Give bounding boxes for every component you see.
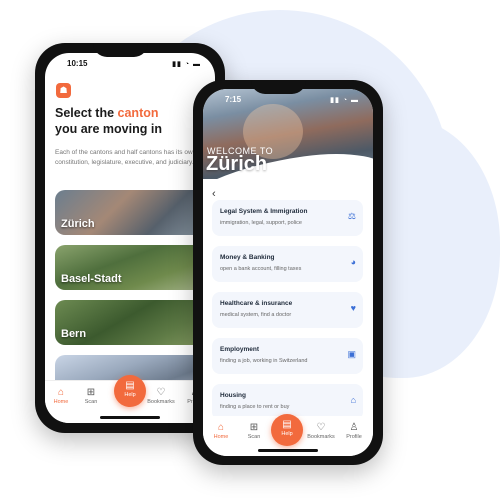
person-icon: ♙ bbox=[349, 422, 359, 433]
heart-pulse-icon: ♥ bbox=[350, 303, 356, 313]
home-icon: ⌂ bbox=[57, 387, 65, 398]
status-bar: 7:15 ▮▮ ◔ ▬ bbox=[203, 95, 373, 107]
tab-home[interactable]: ⌂ Home bbox=[47, 387, 75, 405]
piggy-bank-icon: ◕ bbox=[350, 257, 356, 267]
tab-label: Bookmarks bbox=[147, 399, 175, 405]
chat-icon: ▤ bbox=[282, 419, 292, 430]
home-indicator bbox=[100, 416, 160, 419]
category-card-money[interactable]: Money & Banking open a bank account, fil… bbox=[212, 246, 363, 282]
scan-icon: ⊞ bbox=[86, 387, 96, 398]
status-time: 10:15 bbox=[67, 59, 88, 68]
category-title: Healthcare & insurance bbox=[220, 300, 293, 307]
phone-notch bbox=[251, 80, 306, 94]
tab-home[interactable]: ⌂ Home bbox=[207, 422, 235, 440]
tab-help-button[interactable]: ▤ Help bbox=[271, 414, 303, 446]
canton-label: Zürich bbox=[61, 218, 95, 230]
canton-card-bern[interactable]: Bern bbox=[55, 300, 205, 345]
title-suffix: you are moving in bbox=[55, 122, 162, 136]
category-title: Employment bbox=[220, 346, 260, 353]
tab-label: Home bbox=[213, 434, 229, 440]
category-title: Housing bbox=[220, 392, 246, 399]
tab-label: Help bbox=[124, 392, 136, 398]
canton-label: Bern bbox=[61, 328, 87, 340]
house-icon: ⌂ bbox=[350, 395, 356, 405]
status-icons: ▮▮ ◔ ▬ bbox=[172, 61, 201, 68]
category-title: Money & Banking bbox=[220, 254, 275, 261]
scan-icon: ⊞ bbox=[249, 422, 259, 433]
tab-label: Scan bbox=[84, 399, 98, 405]
phone-city-topics: 7:15 ▮▮ ◔ ▬ WELCOME TO Zürich ‹ Legal Sy… bbox=[193, 80, 383, 465]
page-description: Each of the cantons and half cantons has… bbox=[55, 149, 197, 166]
category-subtitle: finding a job, working in Switzerland bbox=[220, 358, 308, 364]
tab-label: Home bbox=[53, 399, 69, 405]
category-card-legal[interactable]: Legal System & Immigration immigration, … bbox=[212, 200, 363, 236]
tab-label: Bookmarks bbox=[307, 434, 335, 440]
tab-help-button[interactable]: ▤ Help bbox=[114, 375, 146, 407]
tab-bar: ⌂ Home ⊞ Scan ▤ Help ♡ Bookmarks ♙ Profi… bbox=[203, 414, 373, 456]
home-indicator bbox=[258, 449, 318, 452]
briefcase-icon: ▣ bbox=[347, 349, 356, 359]
category-title: Legal System & Immigration bbox=[220, 208, 308, 215]
phone-notch bbox=[93, 43, 148, 57]
tab-label: Help bbox=[281, 431, 293, 437]
status-time: 7:15 bbox=[225, 95, 242, 104]
category-subtitle: open a bank account, filling taxes bbox=[220, 266, 302, 272]
back-arrow-icon[interactable]: ‹ bbox=[212, 188, 216, 200]
tab-scan[interactable]: ⊞ Scan bbox=[240, 422, 268, 440]
tab-profile[interactable]: ♙ Profile bbox=[340, 422, 368, 440]
tab-bookmarks[interactable]: ♡ Bookmarks bbox=[147, 387, 175, 405]
canton-select-screen: 10:15 ▮▮ ◔ ▬ ☗ Select the canton you are… bbox=[45, 53, 215, 423]
scale-icon: ⚖ bbox=[347, 211, 356, 221]
tab-label: Profile bbox=[346, 434, 362, 440]
home-icon: ⌂ bbox=[217, 422, 225, 433]
canton-card-zurich[interactable]: Zürich bbox=[55, 190, 205, 235]
city-title: Zürich bbox=[206, 153, 268, 175]
category-card-healthcare[interactable]: Healthcare & insurance medical system, f… bbox=[212, 292, 363, 328]
heart-icon: ♡ bbox=[156, 387, 166, 398]
status-bar: 10:15 ▮▮ ◔ ▬ bbox=[45, 59, 215, 71]
category-card-employment[interactable]: Employment finding a job, working in Swi… bbox=[212, 338, 363, 374]
app-logo-icon: ☗ bbox=[56, 83, 71, 98]
title-prefix: Select the bbox=[55, 106, 118, 120]
title-accent: canton bbox=[117, 106, 159, 120]
chat-icon: ▤ bbox=[125, 380, 135, 391]
canton-label: Basel-Stadt bbox=[61, 273, 122, 285]
tab-bookmarks[interactable]: ♡ Bookmarks bbox=[307, 422, 335, 440]
canton-card-basel-stadt[interactable]: Basel-Stadt bbox=[55, 245, 205, 290]
category-subtitle: immigration, legal, support, police bbox=[220, 220, 302, 226]
category-subtitle: medical system, find a doctor bbox=[220, 312, 292, 318]
tab-label: Scan bbox=[247, 434, 261, 440]
status-icons: ▮▮ ◔ ▬ bbox=[330, 97, 359, 104]
tab-bar: ⌂ Home ⊞ Scan ▤ Help ♡ Bookmarks ♙ Profi… bbox=[45, 375, 215, 423]
heart-icon: ♡ bbox=[316, 422, 326, 433]
category-subtitle: finding a place to rent or buy bbox=[220, 404, 290, 410]
page-title: Select the canton you are moving in bbox=[55, 105, 205, 137]
tab-scan[interactable]: ⊞ Scan bbox=[77, 387, 105, 405]
city-topics-screen: 7:15 ▮▮ ◔ ▬ WELCOME TO Zürich ‹ Legal Sy… bbox=[203, 89, 373, 456]
